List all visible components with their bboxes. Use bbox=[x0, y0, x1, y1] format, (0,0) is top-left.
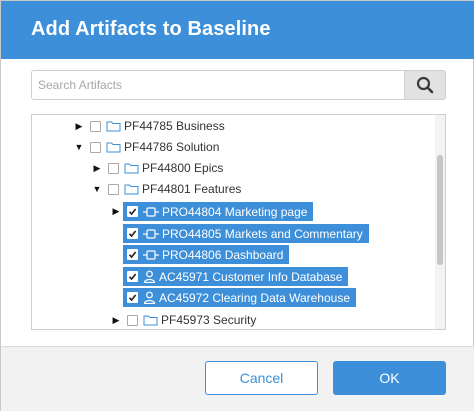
expand-arrow-icon[interactable]: ▶ bbox=[92, 163, 102, 174]
tree-item-label: PF44786 Solution bbox=[124, 140, 220, 154]
dialog-title: Add Artifacts to Baseline bbox=[31, 18, 271, 40]
ok-button[interactable]: OK bbox=[333, 361, 446, 395]
collapse-arrow-icon[interactable]: ▼ bbox=[74, 142, 84, 152]
checkbox-checked[interactable] bbox=[127, 249, 138, 260]
feature-icon bbox=[143, 249, 159, 261]
feature-icon bbox=[143, 228, 159, 240]
user-icon bbox=[143, 291, 156, 304]
feature-icon bbox=[143, 206, 159, 218]
scrollbar-thumb[interactable] bbox=[437, 155, 443, 265]
checkbox[interactable] bbox=[108, 183, 119, 195]
cancel-button[interactable]: Cancel bbox=[205, 361, 318, 395]
tree-item-pf44800[interactable]: ▶ PF44800 Epics bbox=[92, 158, 224, 178]
folder-icon bbox=[106, 120, 121, 132]
expand-arrow-icon[interactable]: ▶ bbox=[111, 315, 121, 326]
checkbox-checked[interactable] bbox=[127, 228, 138, 239]
checkbox[interactable] bbox=[108, 162, 119, 174]
magnifier-icon bbox=[416, 76, 434, 94]
tree-item-label: PF44800 Epics bbox=[142, 161, 224, 175]
folder-icon bbox=[124, 162, 139, 174]
tree-item-pro44806[interactable]: PRO44806 Dashboard bbox=[123, 245, 290, 264]
checkbox[interactable] bbox=[127, 314, 138, 326]
expand-arrow-icon[interactable]: ▶ bbox=[111, 206, 121, 217]
folder-icon bbox=[106, 141, 121, 153]
dialog-header: Add Artifacts to Baseline bbox=[1, 1, 474, 59]
user-icon bbox=[143, 270, 156, 283]
tree-item-label: PF44785 Business bbox=[124, 119, 225, 133]
tree-item-label: PRO44804 Marketing page bbox=[162, 204, 308, 219]
tree-item-label: PRO44805 Markets and Commentary bbox=[162, 226, 363, 241]
tree-item-pf45973[interactable]: ▶ PF45973 Security bbox=[111, 310, 257, 329]
checkbox[interactable] bbox=[90, 141, 101, 153]
artifact-tree[interactable]: ▶ PF44785 Business ▼ PF44786 Solution ▶ … bbox=[31, 114, 446, 330]
folder-icon bbox=[124, 183, 139, 195]
checkbox-checked[interactable] bbox=[127, 206, 138, 217]
tree-item-pf44801[interactable]: ▼ PF44801 Features bbox=[92, 179, 242, 199]
checkbox-checked[interactable] bbox=[127, 292, 138, 303]
tree-item-pf44785[interactable]: ▶ PF44785 Business bbox=[74, 116, 225, 136]
tree-item-label: PF45973 Security bbox=[161, 313, 257, 327]
tree-item-label: AC45971 Customer Info Database bbox=[159, 269, 343, 284]
tree-item-pro44805[interactable]: PRO44805 Markets and Commentary bbox=[123, 224, 369, 243]
tree-item-ac45972[interactable]: AC45972 Clearing Data Warehouse bbox=[123, 288, 356, 307]
tree-item-label: PF44801 Features bbox=[142, 182, 242, 196]
add-artifacts-dialog: Add Artifacts to Baseline ▶ PF44785 Busi… bbox=[0, 0, 474, 411]
checkbox-checked[interactable] bbox=[127, 271, 138, 282]
collapse-arrow-icon[interactable]: ▼ bbox=[92, 184, 102, 194]
tree-item-pro44804[interactable]: PRO44804 Marketing page bbox=[123, 202, 314, 221]
scrollbar-track[interactable] bbox=[435, 115, 445, 329]
tree-item-ac45971[interactable]: AC45971 Customer Info Database bbox=[123, 267, 349, 286]
search-input[interactable] bbox=[31, 70, 404, 100]
checkbox[interactable] bbox=[90, 120, 101, 132]
tree-item-label: AC45972 Clearing Data Warehouse bbox=[159, 290, 350, 305]
search-button[interactable] bbox=[404, 70, 446, 100]
expand-arrow-icon[interactable]: ▶ bbox=[74, 121, 84, 132]
tree-item-pf44786[interactable]: ▼ PF44786 Solution bbox=[74, 137, 220, 157]
tree-item-label: PRO44806 Dashboard bbox=[162, 247, 284, 262]
folder-icon bbox=[143, 314, 158, 326]
